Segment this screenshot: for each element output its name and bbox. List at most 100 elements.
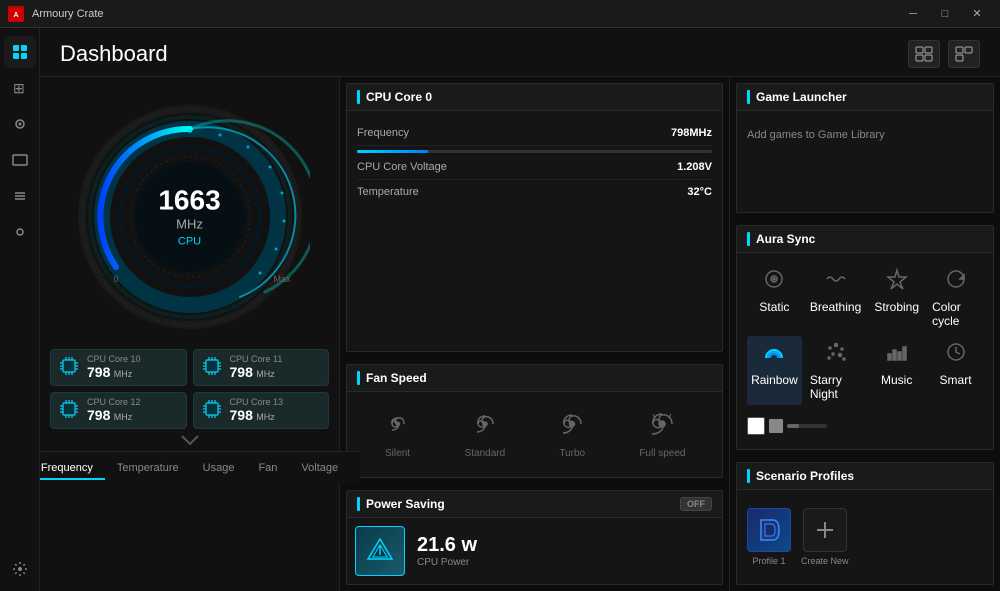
app-body: ⊞ D	[0, 28, 1000, 591]
sidebar-item-tools[interactable]	[4, 180, 36, 212]
core-freq-unit-2: MHz	[114, 412, 133, 422]
sidebar-item-lighting[interactable]	[4, 108, 36, 140]
fan-silent-label: Silent	[385, 448, 410, 459]
core-info-3: CPU Core 13 798 MHz	[230, 397, 284, 424]
header-accent	[357, 90, 360, 104]
voltage-value: 1.208V	[677, 161, 712, 173]
aura-color-white[interactable]	[747, 417, 765, 435]
aura-speed-bar	[787, 424, 827, 428]
aura-sync-title: Aura Sync	[756, 232, 815, 246]
game-add-message: Add games to Game Library	[747, 121, 983, 149]
core-item-2: CPU Core 12 798 MHz	[50, 392, 187, 429]
core-info-0: CPU Core 10 798 MHz	[87, 354, 141, 381]
main-content: 0 Max 1663 MHz CPU	[40, 77, 1000, 591]
fan-standard-label: Standard	[465, 448, 506, 459]
game-launcher-header: Game Launcher	[737, 84, 993, 111]
metric-temperature: Temperature 32°C	[357, 180, 712, 204]
tab-frequency[interactable]: Frequency	[40, 458, 105, 480]
core-freq-unit-3: MHz	[256, 412, 275, 422]
fan-standard[interactable]: Standard	[465, 410, 506, 459]
list-view-button[interactable]	[948, 40, 980, 68]
power-toggle[interactable]: OFF	[680, 497, 712, 511]
core-freq-0: 798	[87, 364, 110, 380]
aura-breathing[interactable]: Breathing	[806, 263, 865, 332]
fan-silent[interactable]: Silent	[384, 410, 412, 459]
app-title: Armoury Crate	[32, 8, 104, 20]
aura-static[interactable]: Static	[747, 263, 802, 332]
aura-static-label: Static	[759, 300, 789, 314]
power-panel-title: Power Saving	[366, 497, 445, 511]
tab-usage[interactable]: Usage	[191, 458, 247, 480]
tab-voltage[interactable]: Voltage	[289, 458, 350, 480]
middle-column: CPU Core 0 Frequency 798MHz	[340, 77, 730, 591]
core-item-0: CPU Core 10 798 MHz	[50, 349, 187, 386]
aura-breathing-icon	[824, 267, 848, 297]
power-panel: Power Saving OFF	[346, 490, 723, 585]
scenario-profiles-panel: Scenario Profiles	[736, 462, 994, 585]
aura-starry-night-icon	[824, 340, 848, 370]
tab-temperature[interactable]: Temperature	[105, 458, 191, 480]
minimize-button[interactable]: ─	[898, 0, 928, 28]
aura-music[interactable]: Music	[869, 336, 924, 405]
svg-text:⊞: ⊞	[13, 80, 25, 96]
aura-rainbow[interactable]: Rainbow	[747, 336, 802, 405]
power-watts: 21.6 w	[417, 534, 477, 557]
fan-fullspeed-icon	[648, 410, 676, 444]
close-button[interactable]: ✕	[962, 0, 992, 28]
metric-voltage: CPU Core Voltage 1.208V	[357, 155, 712, 180]
aura-smart[interactable]: Smart	[928, 336, 983, 405]
core-name-1: CPU Core 11	[230, 354, 283, 364]
aura-starry-night[interactable]: Starry Night	[806, 336, 865, 405]
titlebar: A Armoury Crate ─ □ ✕	[0, 0, 1000, 28]
sidebar-item-dashboard[interactable]	[4, 36, 36, 68]
grid-view-button[interactable]	[908, 40, 940, 68]
svg-text:Max: Max	[273, 274, 291, 284]
core-item-1: CPU Core 11 798 MHz	[193, 349, 330, 386]
core-freq-3: 798	[230, 407, 253, 423]
gauge-value: 1663	[158, 187, 220, 215]
fan-fullspeed[interactable]: Full speed	[639, 410, 685, 459]
header-view-icons	[908, 40, 980, 68]
gauge-unit: MHz	[158, 217, 220, 232]
cores-grid: CPU Core 10 798 MHz	[50, 349, 329, 429]
fan-standard-icon	[471, 410, 499, 444]
sidebar-item-settings2[interactable]	[4, 216, 36, 248]
fan-panel: Fan Speed	[346, 364, 723, 478]
profile-1[interactable]: Profile 1	[747, 508, 791, 566]
titlebar-left: A Armoury Crate	[8, 6, 104, 22]
window-controls[interactable]: ─ □ ✕	[898, 0, 992, 28]
aura-music-label: Music	[881, 373, 912, 387]
svg-text:A: A	[13, 12, 18, 19]
profile-create-new[interactable]: Create New	[801, 508, 849, 566]
power-panel-body: 21.6 w CPU Power	[347, 518, 722, 584]
freq-bar-fill	[357, 150, 428, 153]
far-right-column: Game Launcher Add games to Game Library …	[730, 77, 1000, 591]
profile-1-icon	[747, 508, 791, 552]
sidebar-item-settings-bottom[interactable]	[4, 553, 36, 585]
aura-static-icon	[762, 267, 786, 297]
sidebar-item-scenario[interactable]: ⊞	[4, 72, 36, 104]
tab-fan[interactable]: Fan	[246, 458, 289, 480]
fan-turbo[interactable]: Turbo	[558, 410, 586, 459]
freq-bar	[357, 150, 712, 153]
aura-sync-header: Aura Sync	[737, 226, 993, 253]
aura-strobing[interactable]: Strobing	[869, 263, 924, 332]
aura-speed-indicator	[769, 419, 783, 433]
sidebar-item-devices[interactable]	[4, 144, 36, 176]
aura-music-icon	[885, 340, 909, 370]
freq-value: 798MHz	[671, 127, 712, 139]
profile-1-label: Profile 1	[752, 556, 785, 566]
aura-color-cycle-label: Color cycle	[932, 300, 979, 328]
cpu-core-panel-body: Frequency 798MHz CPU Core Voltage 1.208	[347, 111, 722, 214]
aura-color-cycle[interactable]: Color cycle	[928, 263, 983, 332]
cpu-core-panel: CPU Core 0 Frequency 798MHz	[346, 83, 723, 352]
maximize-button[interactable]: □	[930, 0, 960, 28]
scroll-chevron[interactable]	[180, 433, 200, 451]
game-launcher-panel: Game Launcher Add games to Game Library	[736, 83, 994, 213]
cpu-core-panel-header: CPU Core 0	[347, 84, 722, 111]
page-header: Dashboard	[40, 28, 1000, 77]
fan-fullspeed-label: Full speed	[639, 448, 685, 459]
gauge-panel: 0 Max 1663 MHz CPU	[40, 77, 340, 591]
app-icon: A	[8, 6, 24, 22]
scenario-profiles-body: Profile 1 Create New	[737, 490, 993, 584]
